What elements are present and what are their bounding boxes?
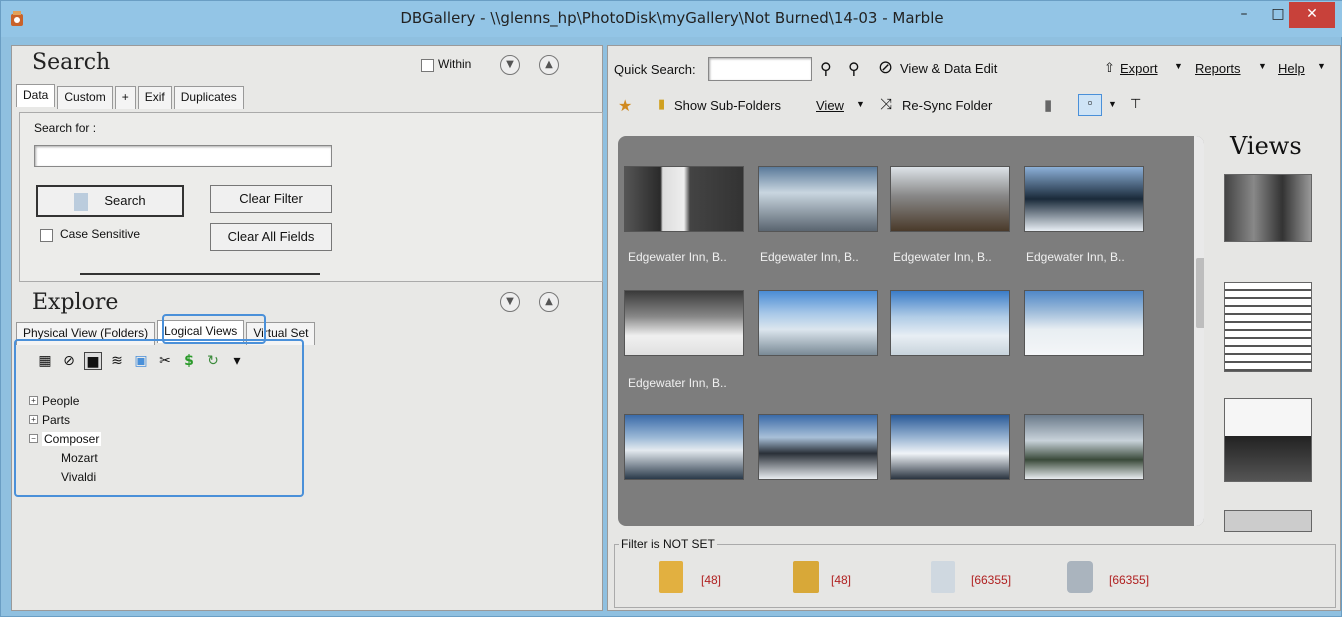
- gallery-scrollbar[interactable]: [1194, 136, 1204, 526]
- view-thumbnail[interactable]: [1224, 174, 1312, 242]
- title-bar[interactable]: DBGallery - \\glenns_hp\PhotoDisk\myGall…: [1, 1, 1342, 37]
- subfolders-icon[interactable]: ▮: [658, 96, 665, 112]
- tab-custom[interactable]: Custom: [57, 86, 113, 109]
- view-menu[interactable]: View: [816, 98, 844, 113]
- resync-folder-button[interactable]: Re-Sync Folder: [902, 98, 992, 113]
- view-thumbnail[interactable]: [1224, 282, 1312, 372]
- subfolder-icon: [793, 561, 819, 593]
- thumbnail[interactable]: [890, 290, 1010, 356]
- thumbnail[interactable]: [1024, 166, 1144, 232]
- window-title: DBGallery - \\glenns_hp\PhotoDisk\myGall…: [400, 9, 944, 27]
- search-box: Search for : Search Clear Filter Case Se…: [19, 112, 603, 282]
- search-icon[interactable]: ⚲: [820, 59, 832, 79]
- case-sensitive-label: Case Sensitive: [60, 227, 141, 241]
- advanced-search-icon[interactable]: ⚲: [848, 59, 860, 79]
- export-dropdown-icon[interactable]: ▼: [1174, 61, 1183, 71]
- trash-icon[interactable]: ▮: [1044, 96, 1052, 114]
- resync-icon[interactable]: ⤨: [880, 96, 892, 113]
- search-for-label: Search for :: [34, 121, 97, 135]
- case-sensitive-checkbox[interactable]: [40, 229, 53, 242]
- tab-add[interactable]: +: [114, 86, 136, 109]
- view-dropdown-icon[interactable]: ▼: [856, 99, 865, 109]
- minimize-button[interactable]: –: [1227, 2, 1261, 28]
- reports-menu[interactable]: Reports: [1195, 61, 1241, 76]
- collapse-up-icon[interactable]: ▲: [539, 55, 559, 75]
- database-count: [66355]: [1109, 573, 1150, 587]
- logical-tab-highlight: [162, 314, 266, 344]
- clear-filter-button[interactable]: Clear Filter: [210, 185, 332, 213]
- export-menu[interactable]: Export: [1120, 61, 1158, 76]
- search-section-title: Search: [32, 50, 111, 75]
- splitter[interactable]: [80, 273, 320, 275]
- images-count: [66355]: [971, 573, 1012, 587]
- reports-dropdown-icon[interactable]: ▼: [1258, 61, 1267, 71]
- folder-refresh-icon[interactable]: ★: [618, 96, 632, 116]
- search-button[interactable]: Search: [36, 185, 184, 217]
- app-window: DBGallery - \\glenns_hp\PhotoDisk\myGall…: [0, 0, 1342, 617]
- thumbnail[interactable]: [624, 290, 744, 356]
- database-icon: [1067, 561, 1093, 593]
- explore-collapse-up-icon[interactable]: ▲: [539, 292, 559, 312]
- export-icon[interactable]: ⇧: [1104, 60, 1115, 76]
- thumbnail-caption: Edgewater Inn, B..: [760, 250, 859, 264]
- logical-views-highlight: [14, 339, 304, 497]
- thumbnail[interactable]: [758, 414, 878, 480]
- help-menu[interactable]: Help: [1278, 61, 1305, 76]
- thumbnail-caption: Edgewater Inn, B..: [628, 250, 727, 264]
- thumbnail-view-icon[interactable]: ▫: [1078, 94, 1102, 116]
- subfolder-count: [48]: [831, 573, 852, 587]
- view-thumbnail[interactable]: [1224, 510, 1312, 532]
- thumbnail[interactable]: [1024, 414, 1144, 480]
- images-icon: [931, 561, 955, 593]
- search-tabs: Data Custom + Exif Duplicates: [16, 84, 246, 109]
- thumbnail-caption: Edgewater Inn, B..: [1026, 250, 1125, 264]
- thumbnail-caption: Edgewater Inn, B..: [628, 376, 727, 390]
- views-pane: Views: [1212, 132, 1332, 532]
- thumbnail-gallery: Edgewater Inn, B.. Edgewater Inn, B.. Ed…: [618, 136, 1204, 526]
- view-edit-icon[interactable]: ⊘: [878, 57, 893, 78]
- tab-duplicates[interactable]: Duplicates: [173, 86, 244, 109]
- clear-all-fields-button[interactable]: Clear All Fields: [210, 223, 332, 251]
- tab-exif[interactable]: Exif: [137, 86, 172, 109]
- search-button-icon: [74, 192, 89, 211]
- quick-search-label: Quick Search:: [614, 62, 696, 77]
- view-thumbnail[interactable]: [1224, 398, 1312, 482]
- within-label: Within: [438, 57, 472, 71]
- filter-box: Filter is NOT SET [48] [48] [66355] [663…: [614, 537, 1336, 608]
- scrollbar-thumb[interactable]: [1196, 258, 1204, 328]
- quick-search-input[interactable]: [708, 57, 812, 81]
- thumbnail[interactable]: [758, 290, 878, 356]
- explore-collapse-down-icon[interactable]: ▼: [500, 292, 520, 312]
- thumbnail[interactable]: [1024, 290, 1144, 356]
- thumbnail[interactable]: [758, 166, 878, 232]
- right-panel: Quick Search: ⚲ ⚲ ⊘ View & Data Edit ⇧ E…: [607, 45, 1341, 611]
- thumbnail[interactable]: [890, 414, 1010, 480]
- thumbnail[interactable]: [890, 166, 1010, 232]
- collapse-down-icon[interactable]: ▼: [500, 55, 520, 75]
- close-button[interactable]: ✕: [1289, 2, 1335, 28]
- folder-icon: [659, 561, 683, 593]
- view-data-edit-button[interactable]: View & Data Edit: [900, 61, 997, 76]
- help-dropdown-icon[interactable]: ▼: [1317, 61, 1326, 71]
- search-input[interactable]: [34, 145, 332, 167]
- explore-section-title: Explore: [32, 290, 119, 315]
- tab-data[interactable]: Data: [16, 84, 56, 107]
- filter-status: Filter is NOT SET: [619, 537, 717, 551]
- views-title: Views: [1230, 132, 1302, 160]
- thumbnail[interactable]: [624, 166, 744, 232]
- show-sub-folders-button[interactable]: Show Sub-Folders: [674, 98, 781, 113]
- thumbnail-caption: Edgewater Inn, B..: [893, 250, 992, 264]
- left-panel: Search Within ▼ ▲ Data Custom + Exif Dup…: [11, 45, 603, 611]
- pin-icon[interactable]: ⊤: [1130, 96, 1141, 112]
- within-checkbox[interactable]: [421, 59, 434, 72]
- thumbnail-dropdown-icon[interactable]: ▼: [1108, 99, 1117, 109]
- folder-count: [48]: [701, 573, 722, 587]
- thumbnail[interactable]: [624, 414, 744, 480]
- search-button-label: Search: [104, 193, 146, 208]
